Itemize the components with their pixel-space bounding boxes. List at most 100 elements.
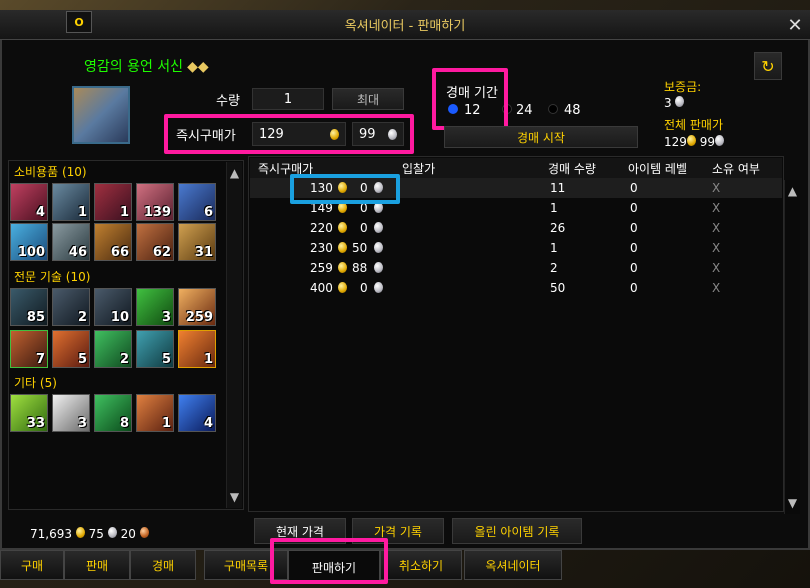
bag-item[interactable]: 66: [94, 223, 132, 261]
row-item-level: 0: [630, 221, 638, 235]
bag-item[interactable]: 6: [178, 183, 216, 221]
lowest-price-highlight: [290, 174, 400, 204]
selling-tab-highlight: [270, 538, 388, 584]
row-gold: 220: [310, 221, 333, 235]
row-item-level: 0: [630, 241, 638, 255]
window-title: 옥셔네이터 - 판매하기: [0, 10, 810, 40]
category-consumables[interactable]: 소비용품 (10): [14, 163, 87, 180]
bag-item[interactable]: 33: [10, 394, 48, 432]
total-gold-value: 129: [664, 135, 687, 149]
header-item-level[interactable]: 아이템 레벨: [628, 158, 687, 178]
row-item-level: 0: [630, 261, 638, 275]
refresh-icon: ↻: [761, 56, 775, 76]
bag-item[interactable]: 7: [10, 330, 48, 368]
money-copper: 20: [120, 527, 136, 541]
item-name-label: 영감의 용언 서신: [84, 59, 184, 75]
bag-item[interactable]: 1: [178, 330, 216, 368]
money-silver: 75: [88, 527, 104, 541]
window-portrait: O: [66, 11, 92, 33]
row-item-level: 0: [630, 181, 638, 195]
tab-sell[interactable]: 판매: [64, 550, 130, 580]
row-owned: X: [712, 221, 721, 235]
header-bid[interactable]: 입찰가: [402, 158, 435, 178]
max-button[interactable]: 최대: [332, 88, 404, 110]
scroll-up-icon: ▲: [787, 184, 798, 198]
silver-coin-icon: [675, 96, 685, 107]
row-owned: X: [712, 241, 721, 255]
close-button[interactable]: ✕: [784, 14, 806, 36]
player-money: 71,693 75 20: [30, 527, 149, 541]
table-row[interactable]: 400 0 50 0 X: [250, 278, 782, 298]
gold-coin-icon: [338, 262, 347, 273]
bag-item[interactable]: 4: [178, 394, 216, 432]
tab-cancelling[interactable]: 취소하기: [380, 550, 462, 580]
silver-coin-icon: [374, 282, 383, 293]
gold-coin-icon: [338, 242, 347, 253]
row-quantity: 1: [550, 241, 558, 255]
row-silver: 88: [352, 261, 368, 275]
row-gold: 230: [310, 241, 333, 255]
bag-item[interactable]: 62: [136, 223, 174, 261]
bag-item[interactable]: 3: [136, 288, 174, 326]
row-quantity: 2: [550, 261, 558, 275]
bag-item[interactable]: 100: [10, 223, 48, 261]
total-silver-value: 99: [699, 135, 716, 149]
bag-scrollbar[interactable]: ▲ ▼: [226, 162, 242, 508]
row-item-level: 0: [630, 281, 638, 295]
scroll-down-icon: ▼: [229, 490, 240, 504]
category-other[interactable]: 기타 (5): [14, 374, 57, 391]
header-quantity[interactable]: 경매 수량: [548, 158, 596, 178]
bag-item[interactable]: 1: [136, 394, 174, 432]
results-scrollbar[interactable]: ▲ ▼: [784, 180, 800, 514]
tab-buy[interactable]: 구매: [0, 550, 64, 580]
deposit-value: 3: [664, 96, 672, 110]
duration-highlight: [432, 68, 508, 130]
gold-coin-icon: [338, 282, 347, 293]
bag-item[interactable]: 85: [10, 288, 48, 326]
bag-item[interactable]: 259: [178, 288, 216, 326]
bag-item[interactable]: 2: [94, 330, 132, 368]
table-row[interactable]: 230 50 1 0 X: [250, 238, 782, 258]
quantity-input[interactable]: 1: [252, 88, 324, 110]
category-professions[interactable]: 전문 기술 (10): [14, 268, 90, 285]
bag-item[interactable]: 8: [94, 394, 132, 432]
row-silver: 0: [360, 281, 368, 295]
money-gold: 71,693: [30, 527, 72, 541]
total-label: 전체 판매가: [664, 118, 724, 132]
bag-item[interactable]: 2: [52, 288, 90, 326]
start-auction-button[interactable]: 경매 시작: [444, 126, 638, 148]
tab-posted-history[interactable]: 올린 아이템 기록: [452, 518, 582, 544]
bag-item[interactable]: 1: [52, 183, 90, 221]
row-item-level: 0: [630, 201, 638, 215]
silver-coin-icon: [374, 242, 383, 253]
tab-auctionator[interactable]: 옥셔네이터: [464, 550, 562, 580]
row-gold: 400: [310, 281, 333, 295]
bag-item[interactable]: 31: [178, 223, 216, 261]
bag-item[interactable]: 10: [94, 288, 132, 326]
bag-item[interactable]: 4: [10, 183, 48, 221]
scroll-down-icon: ▼: [787, 496, 798, 510]
table-row[interactable]: 220 0 26 0 X: [250, 218, 782, 238]
duration-radio-48[interactable]: [548, 104, 558, 114]
bag-item[interactable]: 5: [136, 330, 174, 368]
row-silver: 0: [360, 221, 368, 235]
duration-option-24: 24: [516, 103, 533, 118]
row-silver: 50: [352, 241, 368, 255]
quality-diamond-icon: ◆◆: [187, 59, 209, 75]
gold-coin-icon: [338, 222, 347, 233]
row-quantity: 50: [550, 281, 566, 295]
tab-auctions[interactable]: 경매: [130, 550, 196, 580]
refresh-button[interactable]: ↻: [754, 52, 782, 80]
bag-item[interactable]: 139: [136, 183, 174, 221]
bag-item[interactable]: 1: [94, 183, 132, 221]
header-owned[interactable]: 소유 여부: [712, 158, 760, 178]
deposit-amount: 3: [664, 96, 685, 110]
table-row[interactable]: 259 88 2 0 X: [250, 258, 782, 278]
buyout-highlight: [164, 114, 414, 154]
row-quantity: 26: [550, 221, 566, 235]
item-scroll-icon[interactable]: [72, 86, 130, 144]
row-gold: 259: [310, 261, 333, 275]
bag-item[interactable]: 46: [52, 223, 90, 261]
bag-item[interactable]: 5: [52, 330, 90, 368]
bag-item[interactable]: 3: [52, 394, 90, 432]
